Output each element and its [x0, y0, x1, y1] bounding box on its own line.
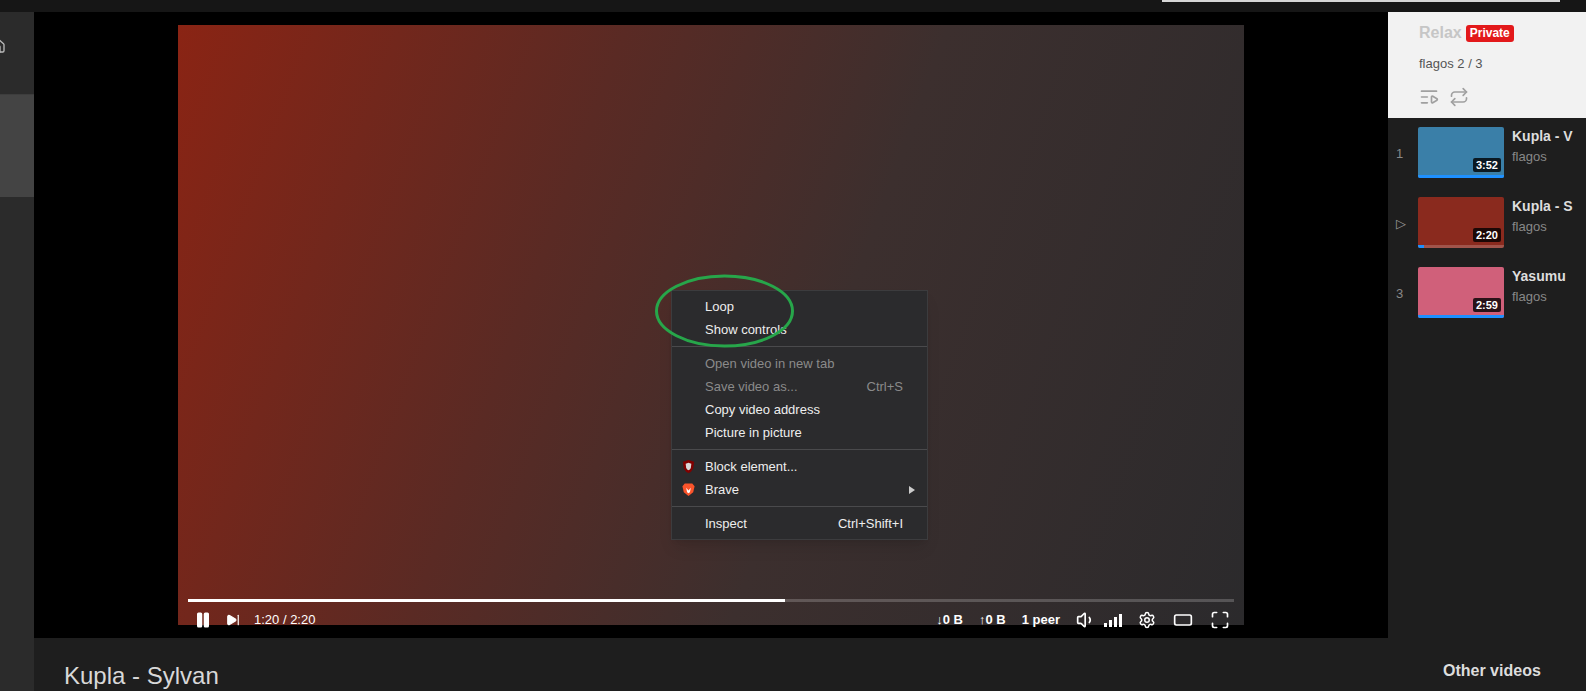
gear-icon[interactable] [1138, 611, 1156, 629]
volume-bar [1119, 614, 1122, 627]
video-title: Kupla - Sylvan [64, 662, 1388, 690]
submenu-arrow-icon [909, 486, 915, 494]
private-badge: Private [1466, 25, 1514, 42]
playlist-panel: RelaxPrivate flagos 2 / 3 1 3:52 Kupla - V fl… [1388, 12, 1586, 691]
playlist-header: RelaxPrivate flagos 2 / 3 [1388, 12, 1586, 118]
upload-stat: ↑0 B [979, 610, 1006, 630]
progress-fill [188, 599, 785, 602]
watched-progress [1418, 315, 1504, 318]
playlist-item[interactable]: ▷ 2:20 Kupla - S flagos [1388, 197, 1586, 267]
menu-separator [672, 449, 927, 450]
context-menu: LoopShow controls Open video in new tabSa… [671, 290, 928, 540]
menu-item[interactable]: Show controls [672, 318, 927, 341]
playlist-item-marker: ▷ [1396, 214, 1410, 234]
menu-item[interactable]: Picture in picture [672, 421, 927, 444]
menu-item[interactable]: Copy video address [672, 398, 927, 421]
fullscreen-icon[interactable] [1210, 610, 1230, 630]
search-field-edge[interactable] [1162, 0, 1560, 2]
playlist-item-channel[interactable]: flagos [1512, 149, 1573, 165]
video-player[interactable]: 1:20 / 2:20 ↓0 B ↑0 B 1 peer LoopShow contro… [34, 12, 1388, 638]
menu-separator [672, 346, 927, 347]
playlist-item-channel[interactable]: flagos [1512, 289, 1566, 305]
volume-bar [1104, 623, 1107, 627]
volume-icon[interactable] [1076, 610, 1096, 630]
playlist-item-marker: 3 [1396, 284, 1410, 304]
playlist-item[interactable]: 3 2:59 Yasumu flagos [1388, 267, 1586, 337]
volume-slider[interactable] [1104, 613, 1122, 627]
brave-icon [681, 482, 696, 497]
menu-shortcut: Ctrl+Shift+I [838, 514, 903, 534]
watched-progress [1418, 245, 1424, 248]
thumbnail[interactable]: 3:52 [1418, 127, 1504, 178]
volume-bar [1109, 620, 1112, 627]
playlist-item-title[interactable]: Kupla - S [1512, 197, 1573, 215]
main: 1:20 / 2:20 ↓0 B ↑0 B 1 peer LoopShow contro… [34, 12, 1388, 691]
playlist-item[interactable]: 1 3:52 Kupla - V flagos [1388, 127, 1586, 197]
time-display: 1:20 / 2:20 [254, 610, 315, 630]
duration-badge: 2:59 [1473, 298, 1501, 312]
playlist-item-title[interactable]: Kupla - V [1512, 127, 1573, 145]
playlist-item-title[interactable]: Yasumu [1512, 267, 1566, 285]
duration-badge: 3:52 [1473, 158, 1501, 172]
home-icon[interactable] [0, 38, 6, 54]
loop-icon[interactable] [1449, 87, 1469, 107]
watched-progress [1418, 175, 1504, 178]
duration-badge: 2:20 [1473, 228, 1501, 242]
menu-item[interactable]: Block element... [672, 455, 927, 478]
playlist-item-marker: 1 [1396, 144, 1410, 164]
theater-mode-icon[interactable] [1172, 610, 1194, 630]
sidebar-active-block[interactable] [0, 95, 34, 197]
playlist-items: 1 3:52 Kupla - V flagos ▷ 2:20 Kupla - S flagos… [1388, 118, 1586, 337]
playlist-item-channel[interactable]: flagos [1512, 219, 1573, 235]
sidebar [0, 12, 34, 691]
autoplay-icon[interactable] [1419, 87, 1439, 107]
menu-item: Open video in new tab [672, 352, 927, 375]
thumbnail[interactable]: 2:59 [1418, 267, 1504, 318]
app: 1:20 / 2:20 ↓0 B ↑0 B 1 peer LoopShow contro… [0, 0, 1586, 691]
playlist-name[interactable]: Relax [1419, 21, 1462, 45]
menu-item[interactable]: Brave [672, 478, 927, 501]
thumbnail[interactable]: 2:20 [1418, 197, 1504, 248]
download-stat: ↓0 B [936, 610, 963, 630]
peers-stat: 1 peer [1022, 610, 1060, 630]
pause-icon[interactable] [194, 611, 212, 629]
ublock-icon [681, 459, 696, 474]
menu-shortcut: Ctrl+S [867, 377, 903, 397]
menu-item[interactable]: Loop [672, 295, 927, 318]
player-controls: 1:20 / 2:20 ↓0 B ↑0 B 1 peer [188, 599, 1234, 632]
progress-bar[interactable] [188, 599, 1234, 602]
next-icon[interactable] [226, 613, 240, 627]
other-videos-heading: Other videos [1443, 662, 1541, 679]
volume-bar [1114, 617, 1117, 627]
menu-item[interactable]: InspectCtrl+Shift+I [672, 512, 927, 535]
playlist-owner-position: flagos 2 / 3 [1419, 54, 1586, 74]
menu-item: Save video as...Ctrl+S [672, 375, 927, 398]
menu-separator [672, 506, 927, 507]
top-bar [0, 0, 1586, 12]
